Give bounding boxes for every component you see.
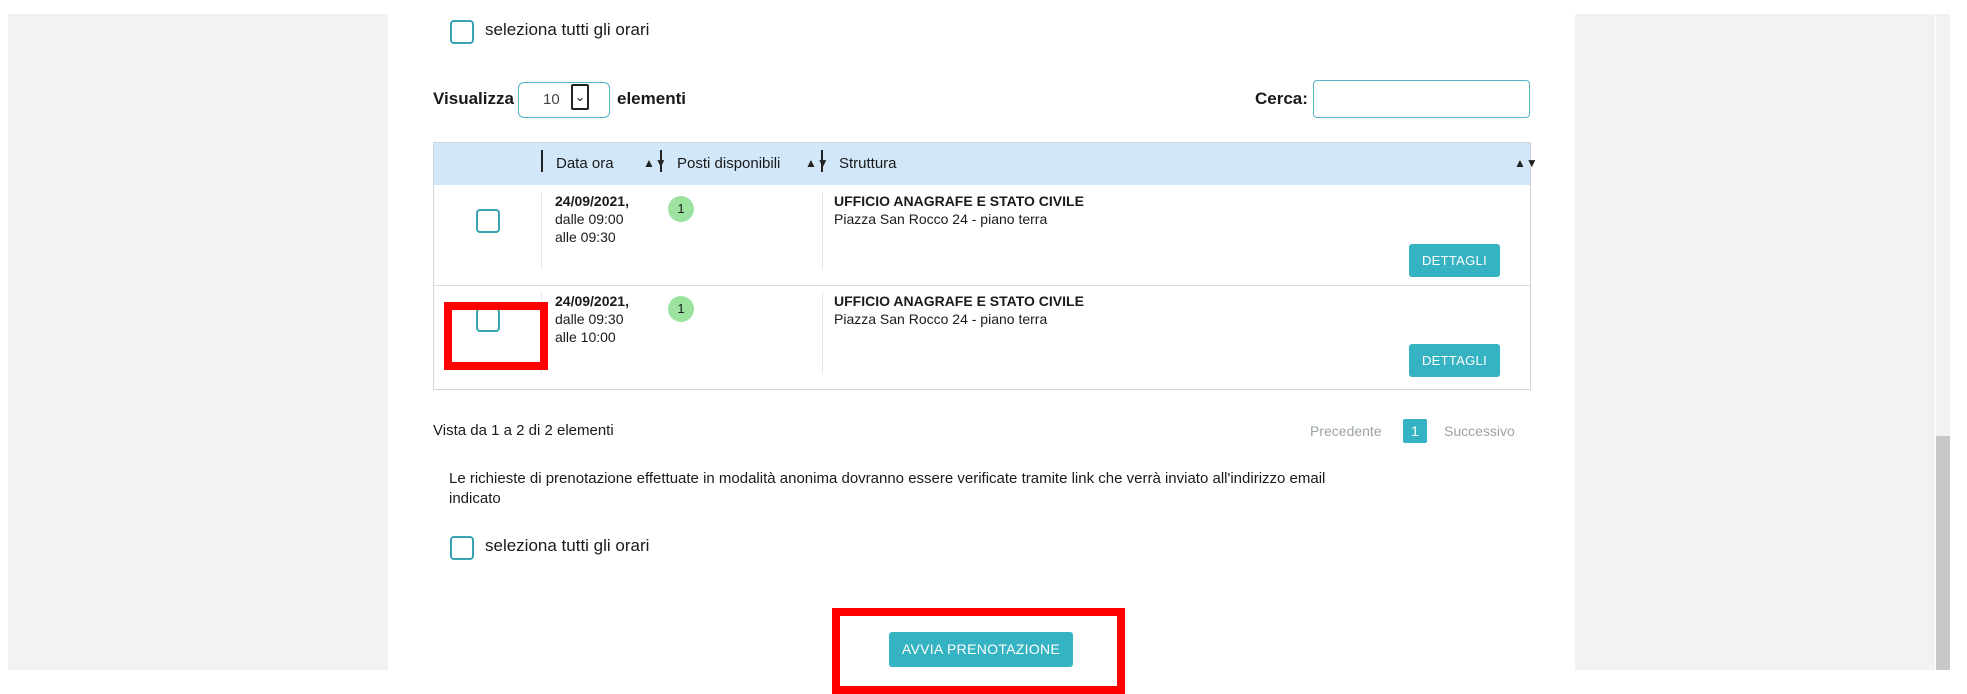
length-menu-suffix: elementi: [617, 89, 686, 108]
pagination-next[interactable]: Successivo: [1444, 423, 1515, 439]
slot-to: alle 10:00: [555, 329, 616, 345]
available-badge: 1: [668, 196, 694, 222]
header-divider: [541, 150, 543, 172]
scrollbar-thumb[interactable]: [1936, 436, 1950, 670]
row-checkbox[interactable]: [476, 209, 500, 233]
pagination-previous[interactable]: Precedente: [1310, 423, 1382, 439]
table-row: 24/09/2021, dalle 09:30 alle 10:00 1 UFF…: [434, 286, 1530, 389]
search-input[interactable]: [1313, 80, 1530, 118]
column-header-date[interactable]: Data ora: [556, 155, 614, 172]
slot-from: dalle 09:30: [555, 311, 624, 327]
available-badge: 1: [668, 296, 694, 322]
table-header: Data ora ▲▼ Posti disponibili ▲▼ Struttu…: [434, 143, 1538, 185]
select-all-label-top: seleziona tutti gli orari: [485, 20, 650, 39]
right-gutter: [1575, 14, 1935, 670]
slot-from: dalle 09:00: [555, 211, 624, 227]
column-header-available[interactable]: Posti disponibili: [677, 155, 780, 172]
sort-icon[interactable]: ▲▼: [643, 156, 667, 170]
slots-table: Data ora ▲▼ Posti disponibili ▲▼ Struttu…: [433, 142, 1538, 390]
structure-address: Piazza San Rocco 24 - piano terra: [834, 211, 1048, 227]
cell-divider: [822, 192, 823, 270]
start-booking-button[interactable]: AVVIA PRENOTAZIONE: [889, 632, 1073, 667]
sort-icon[interactable]: ▲▼: [805, 156, 829, 170]
pagination-page-1[interactable]: 1: [1403, 419, 1427, 443]
details-button[interactable]: DETTAGLI: [1409, 344, 1500, 377]
select-all-label-bottom: seleziona tutti gli orari: [485, 536, 650, 555]
search-label: Cerca:: [1255, 89, 1308, 108]
structure-address: Piazza San Rocco 24 - piano terra: [834, 311, 1048, 327]
page-length-value: 10: [543, 91, 560, 108]
slot-date: 24/09/2021,: [555, 193, 629, 209]
sort-icon[interactable]: ▲▼: [1514, 156, 1538, 170]
structure-name: UFFICIO ANAGRAFE E STATO CIVILE: [834, 293, 1084, 309]
length-menu-prefix: Visualizza: [433, 89, 514, 108]
left-gutter: [8, 14, 388, 670]
cell-divider: [541, 192, 542, 270]
anonymous-notice-line1: Le richieste di prenotazione effettuate …: [449, 470, 1326, 487]
slot-date: 24/09/2021,: [555, 293, 629, 309]
chevron-down-icon: ⌄: [571, 84, 589, 110]
cell-divider: [822, 292, 823, 374]
table-info: Vista da 1 a 2 di 2 elementi: [433, 422, 614, 439]
column-header-structure[interactable]: Struttura: [839, 155, 897, 172]
select-all-checkbox-top[interactable]: [450, 20, 474, 44]
details-button[interactable]: DETTAGLI: [1409, 244, 1500, 277]
select-all-checkbox-bottom[interactable]: [450, 536, 474, 560]
highlight-box: [444, 302, 548, 370]
header-divider: [821, 150, 823, 172]
header-divider: [660, 150, 662, 172]
anonymous-notice-line2: indicato: [449, 490, 501, 507]
table-row: 24/09/2021, dalle 09:00 alle 09:30 1 UFF…: [434, 186, 1530, 285]
page-length-select[interactable]: 10 ⌄: [518, 82, 610, 118]
structure-name: UFFICIO ANAGRAFE E STATO CIVILE: [834, 193, 1084, 209]
slot-to: alle 09:30: [555, 229, 616, 245]
